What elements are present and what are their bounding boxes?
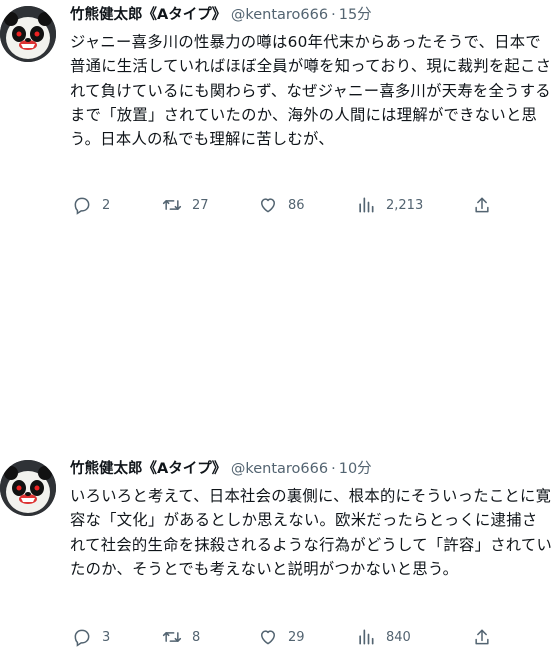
like-count: 86 — [288, 197, 305, 213]
avatar[interactable] — [0, 460, 56, 516]
timestamp[interactable]: 10分 — [339, 461, 372, 477]
display-name[interactable]: 竹熊健太郎《Aタイプ》 — [70, 461, 226, 477]
tweet-actions: 3 8 29 840 — [72, 626, 489, 648]
timestamp[interactable]: 15分 — [339, 7, 372, 23]
share-button[interactable] — [472, 194, 492, 216]
user-handle[interactable]: @kentaro666 — [231, 461, 328, 477]
avatar[interactable] — [0, 6, 56, 62]
tweet-text: ジャニー喜多川の性暴力の噂は60年代末からあったそうで、日本で普通に生活していれ… — [70, 33, 552, 149]
like-button[interactable]: 86 — [258, 194, 305, 216]
tweet-text: いろいろと考えて、日本社会の裏側に、根本的にそういったことに寛容な「文化」がある… — [70, 487, 553, 578]
reply-button[interactable]: 3 — [72, 626, 110, 648]
tweet-header: 竹熊健太郎《Aタイプ》 @kentaro666 · 15分 — [70, 4, 372, 26]
retweet-icon — [162, 200, 182, 210]
separator: · — [331, 7, 336, 23]
share-icon — [475, 629, 489, 645]
retweet-count: 8 — [192, 629, 201, 645]
like-icon — [261, 630, 275, 645]
tweet-actions: 2 27 86 2,213 — [72, 194, 489, 216]
views-icon — [359, 197, 374, 213]
tweet[interactable]: 竹熊健太郎《Aタイプ》 @kentaro666 · 10分 いろいろと考えて、日本社… — [0, 216, 559, 647]
retweet-count: 27 — [192, 197, 209, 213]
like-icon — [261, 198, 275, 213]
views-count: 840 — [386, 629, 411, 645]
views-icon — [359, 629, 374, 645]
views-button[interactable]: 840 — [356, 626, 411, 648]
reply-icon — [74, 629, 90, 647]
retweet-icon — [162, 632, 182, 642]
reply-count: 2 — [102, 197, 111, 213]
tweet[interactable]: 竹熊健太郎《Aタイプ》 @kentaro666 · 15分 ジャニー喜多川の性暴力の… — [0, 0, 559, 216]
retweet-button[interactable]: 8 — [162, 626, 200, 648]
reply-count: 3 — [102, 629, 111, 645]
display-name[interactable]: 竹熊健太郎《Aタイプ》 — [70, 7, 226, 23]
reply-button[interactable]: 2 — [72, 194, 110, 216]
tweet-header: 竹熊健太郎《Aタイプ》 @kentaro666 · 10分 — [70, 458, 372, 480]
views-count: 2,213 — [386, 197, 424, 213]
user-handle[interactable]: @kentaro666 — [231, 7, 328, 23]
reply-icon — [74, 197, 90, 215]
like-button[interactable]: 29 — [258, 626, 305, 648]
views-button[interactable]: 2,213 — [356, 194, 423, 216]
separator: · — [331, 461, 336, 477]
like-count: 29 — [288, 629, 305, 645]
share-icon — [475, 197, 489, 213]
retweet-button[interactable]: 27 — [162, 194, 209, 216]
share-button[interactable] — [472, 626, 492, 648]
